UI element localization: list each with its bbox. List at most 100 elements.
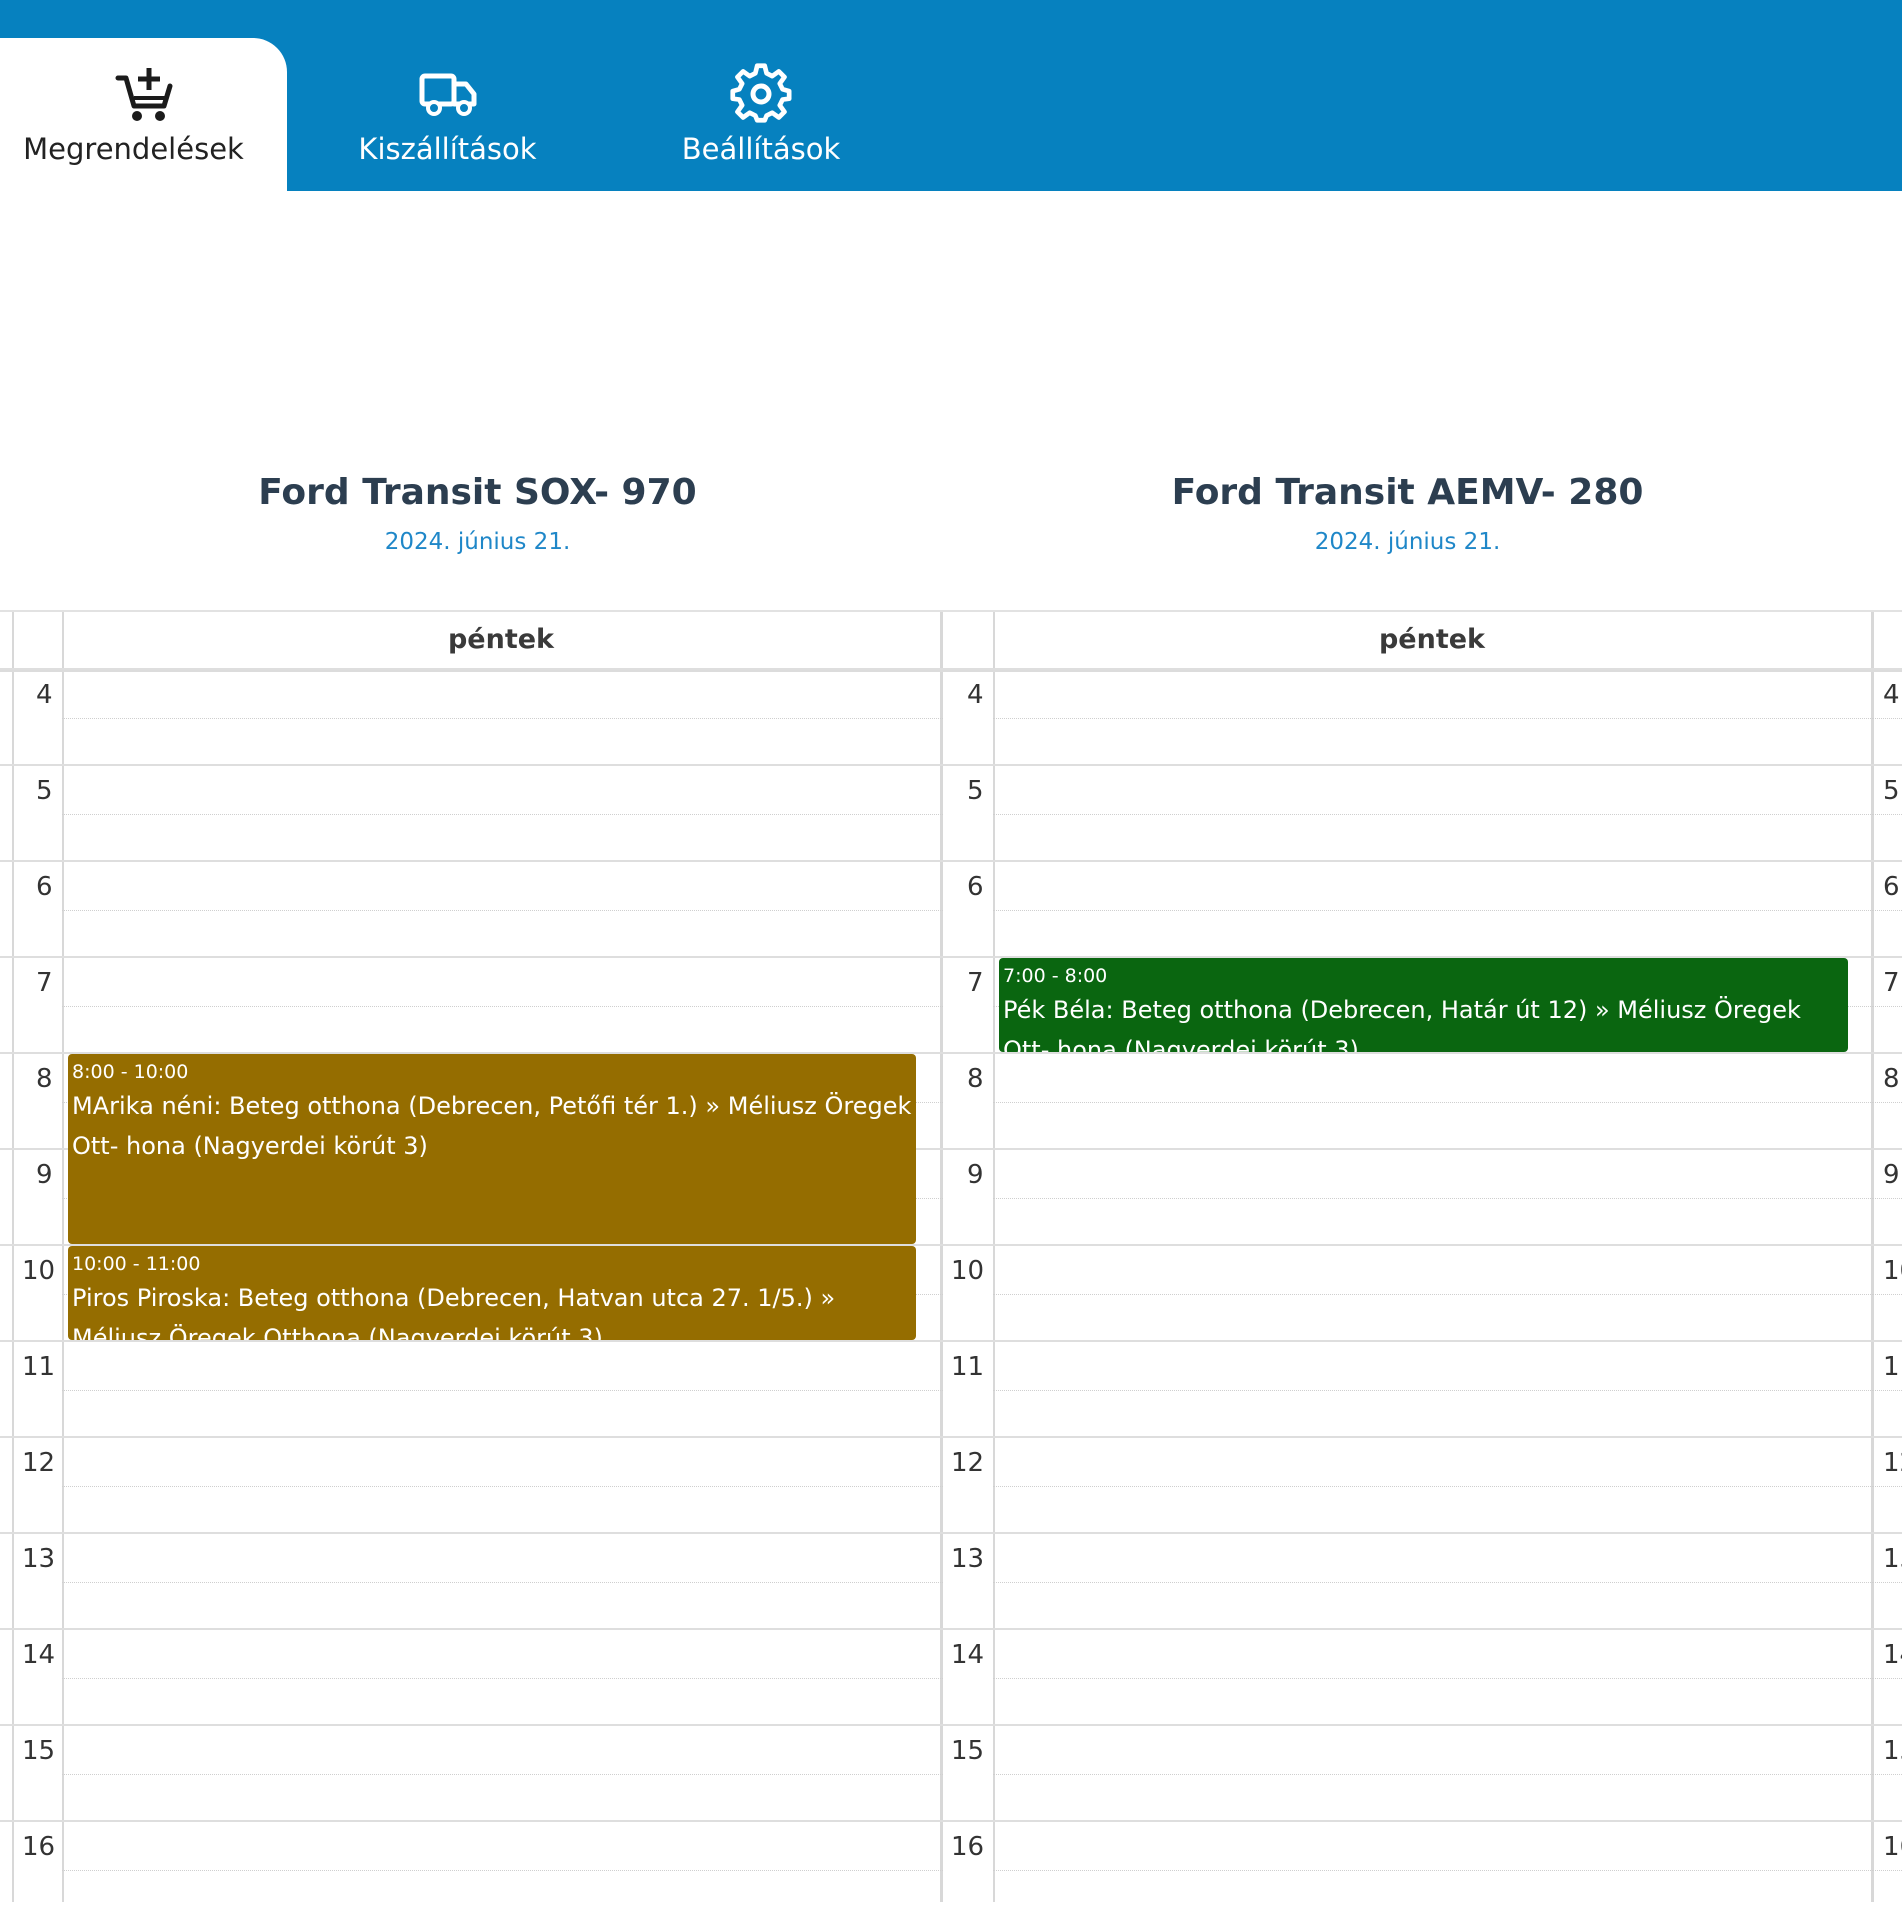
half-hour-line [62, 1582, 943, 1583]
event-time: 8:00 - 10:00 [72, 1061, 189, 1083]
hour-row[interactable]: 8 [943, 1052, 1873, 1150]
hour-label: 8 [967, 1064, 984, 1094]
hour-label: 4 [36, 680, 53, 710]
hour-label: 12 [22, 1448, 56, 1478]
hour-row[interactable]: 14 [1873, 1628, 1902, 1726]
top-nav-bar: Megrendelések Kiszállítások Beállítások [0, 0, 1902, 191]
hour-row[interactable]: 16 [0, 1820, 943, 1918]
hour-label: 8 [1883, 1064, 1900, 1094]
cart-plus-icon [115, 68, 172, 121]
hour-row[interactable]: 6 [1873, 860, 1902, 958]
hour-label: 11 [951, 1352, 985, 1382]
hour-label: 6 [1883, 872, 1900, 902]
tab-beallitasok[interactable]: Beállítások [655, 38, 867, 191]
hour-row[interactable]: 16 [943, 1820, 1873, 1918]
hour-row[interactable]: 7 [1873, 956, 1902, 1054]
day-name: péntek [1378, 624, 1486, 655]
hour-row[interactable]: 14 [943, 1628, 1873, 1726]
hour-row[interactable]: 14 [0, 1628, 943, 1726]
hour-row[interactable]: 13 [0, 1532, 943, 1630]
half-hour-line [993, 1774, 1873, 1775]
half-hour-line [993, 1678, 1873, 1679]
hour-row[interactable]: 12 [0, 1436, 943, 1534]
hour-row[interactable]: 8 [1873, 1052, 1902, 1150]
hour-label: 4 [967, 680, 984, 710]
hour-label: 15 [1883, 1736, 1902, 1766]
hour-row[interactable]: 6 [0, 860, 943, 958]
half-hour-line [62, 1006, 943, 1007]
hour-label: 13 [1883, 1544, 1902, 1574]
half-hour-line [993, 1870, 1873, 1871]
calendar-grid-3: 4 5 6 7 8 9 10 11 12 13 14 15 16 [1873, 610, 1902, 1902]
hour-label: 15 [951, 1736, 985, 1766]
half-hour-line [62, 1774, 943, 1775]
event-time: 7:00 - 8:00 [1003, 965, 1108, 987]
half-hour-line [1873, 1486, 1902, 1487]
hour-label: 10 [22, 1256, 56, 1286]
hour-label: 8 [36, 1064, 53, 1094]
event-block[interactable]: 10:00 - 11:00 Piros Piroska: Beteg ottho… [68, 1246, 916, 1340]
hour-row[interactable]: 5 [1873, 764, 1902, 862]
half-hour-line [1873, 910, 1902, 911]
hour-label: 10 [1883, 1256, 1902, 1286]
hour-row[interactable]: 10 [943, 1244, 1873, 1342]
gear-icon [730, 63, 792, 123]
half-hour-line [993, 1390, 1873, 1391]
hour-row[interactable]: 11 [943, 1340, 1873, 1438]
half-hour-line [1873, 1678, 1902, 1679]
hour-row[interactable]: 11 [1873, 1340, 1902, 1438]
hour-row[interactable]: 9 [1873, 1148, 1902, 1246]
event-block[interactable]: 7:00 - 8:00 Pék Béla: Beteg otthona (Deb… [999, 958, 1848, 1052]
half-hour-line [62, 1870, 943, 1871]
hour-row[interactable]: 5 [943, 764, 1873, 862]
event-text: Pék Béla: Beteg otthona (Debrecen, Határ… [1003, 996, 1801, 1052]
tab-kiszallitasok[interactable]: Kiszállítások [340, 38, 555, 191]
event-text: Piros Piroska: Beteg otthona (Debrecen, … [72, 1284, 836, 1340]
half-hour-line [993, 718, 1873, 719]
hour-label: 12 [1883, 1448, 1902, 1478]
hour-row[interactable]: 5 [0, 764, 943, 862]
half-hour-line [1873, 1774, 1902, 1775]
day-header: péntek [943, 610, 1873, 672]
day-header: péntek [0, 610, 943, 672]
vehicle-date: 2024. június 21. [1314, 529, 1501, 555]
half-hour-line [1873, 814, 1902, 815]
hour-row[interactable]: 6 [943, 860, 1873, 958]
hour-label: 4 [1883, 680, 1900, 710]
hour-row[interactable]: 4 [0, 668, 943, 766]
hour-row[interactable]: 4 [1873, 668, 1902, 766]
hour-label: 7 [1883, 968, 1900, 998]
hour-row[interactable]: 4 [943, 668, 1873, 766]
day-header [1873, 610, 1902, 672]
hour-row[interactable]: 10 [1873, 1244, 1902, 1342]
hour-label: 9 [1883, 1160, 1900, 1190]
hour-row[interactable]: 12 [943, 1436, 1873, 1534]
hour-row[interactable]: 9 [943, 1148, 1873, 1246]
hour-row[interactable]: 15 [0, 1724, 943, 1822]
event-block[interactable]: 8:00 - 10:00 MArika néni: Beteg otthona … [68, 1054, 916, 1244]
half-hour-line [1873, 1294, 1902, 1295]
half-hour-line [62, 1390, 943, 1391]
vehicle-header-2: Ford Transit AEMV- 280 2024. június 21. [1130, 472, 1685, 555]
hour-row[interactable]: 13 [1873, 1532, 1902, 1630]
hour-label: 5 [967, 776, 984, 806]
hour-label: 7 [967, 968, 984, 998]
half-hour-line [993, 1102, 1873, 1103]
half-hour-line [1873, 1870, 1902, 1871]
hour-row[interactable]: 13 [943, 1532, 1873, 1630]
half-hour-line [1873, 1198, 1902, 1199]
hour-row[interactable]: 15 [943, 1724, 1873, 1822]
hour-row[interactable]: 12 [1873, 1436, 1902, 1534]
hour-label: 16 [951, 1832, 985, 1862]
half-hour-line [62, 814, 943, 815]
half-hour-line [993, 1582, 1873, 1583]
half-hour-line [993, 1198, 1873, 1199]
hour-label: 16 [22, 1832, 56, 1862]
hour-label: 13 [951, 1544, 985, 1574]
hour-row[interactable]: 11 [0, 1340, 943, 1438]
tab-megrendelesek[interactable]: Megrendelések [0, 38, 287, 191]
hour-row[interactable]: 15 [1873, 1724, 1902, 1822]
hour-label: 6 [967, 872, 984, 902]
hour-row[interactable]: 7 [0, 956, 943, 1054]
hour-row[interactable]: 16 [1873, 1820, 1902, 1902]
